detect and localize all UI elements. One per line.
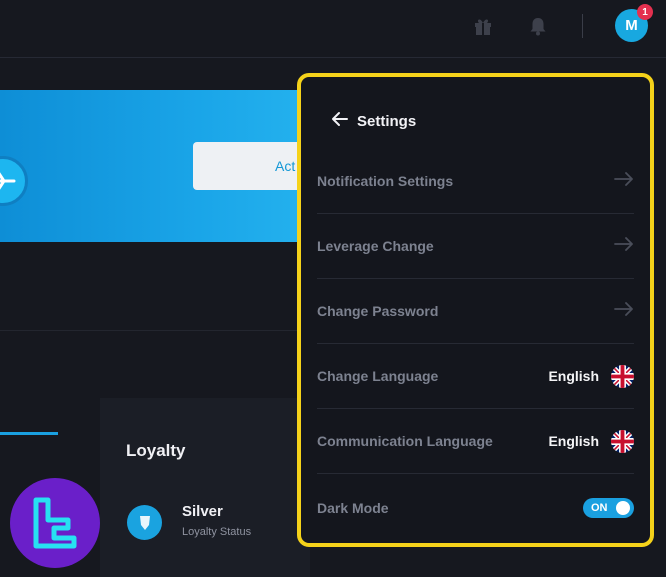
language-value: English <box>548 368 599 384</box>
loyalty-status-label: Loyalty Status <box>182 526 252 538</box>
notification-count: 1 <box>642 6 648 18</box>
settings-row-password[interactable]: Change Password <box>317 279 634 344</box>
top-bar: M 1 <box>0 0 666 58</box>
loyalty-level: Silver <box>182 503 223 520</box>
arrow-right-icon <box>614 171 634 191</box>
gift-icon[interactable] <box>471 14 495 38</box>
row-label: Change Language <box>317 368 439 384</box>
settings-row-dark-mode: Dark Mode ON <box>317 475 634 540</box>
banner-action-label: Act <box>275 158 296 174</box>
notification-badge: 1 <box>637 4 653 20</box>
settings-title: Settings <box>357 113 417 130</box>
toggle-state: ON <box>591 501 608 514</box>
uk-flag-icon <box>611 429 634 453</box>
loyalty-title: Loyalty <box>126 441 186 460</box>
settings-row-leverage[interactable]: Leverage Change <box>317 214 634 279</box>
row-label: Leverage Change <box>317 238 434 254</box>
row-label: Dark Mode <box>317 499 389 516</box>
loyalty-card <box>100 398 310 577</box>
brand-logo <box>10 478 100 568</box>
language-selector[interactable]: English <box>548 364 634 388</box>
arrow-right-icon <box>614 301 634 321</box>
topbar-divider <box>582 14 583 38</box>
settings-row-communication-language[interactable]: Communication Language English <box>317 409 634 474</box>
dark-mode-toggle[interactable]: ON <box>583 497 634 518</box>
settings-header: Settings <box>331 111 416 132</box>
settings-row-notification[interactable]: Notification Settings <box>317 149 634 214</box>
avatar-initial: M <box>625 17 638 34</box>
uk-flag-icon <box>611 364 634 388</box>
section-divider <box>0 330 300 331</box>
bell-icon[interactable] <box>526 14 550 38</box>
back-arrow-icon[interactable] <box>331 111 349 132</box>
settings-panel: Settings Notification Settings Leverage … <box>297 73 654 547</box>
communication-language-value: English <box>548 433 599 449</box>
row-label: Communication Language <box>317 433 493 449</box>
loyalty-badge-icon <box>127 505 162 540</box>
communication-language-selector[interactable]: English <box>548 429 634 453</box>
arrow-right-icon <box>614 236 634 256</box>
settings-row-language[interactable]: Change Language English <box>317 344 634 409</box>
toggle-knob <box>616 500 630 515</box>
row-label: Change Password <box>317 303 439 319</box>
row-label: Notification Settings <box>317 173 454 189</box>
active-tab-indicator <box>0 432 58 435</box>
